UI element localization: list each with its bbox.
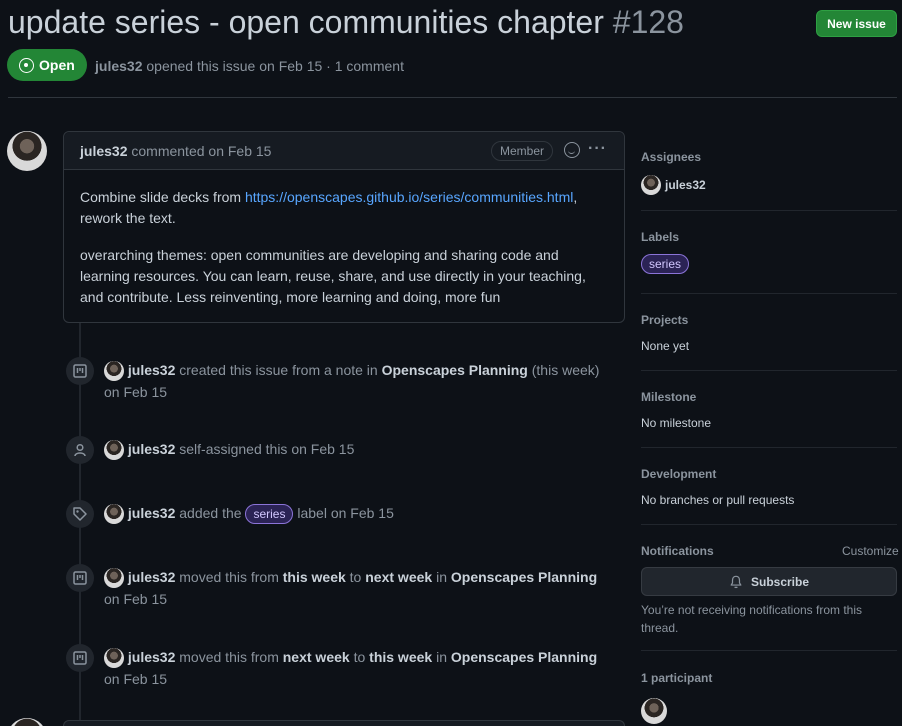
author-link[interactable]: jules32 xyxy=(95,58,142,74)
issue-meta: jules32 opened this issue on Feb 15 · 1 … xyxy=(95,58,404,74)
column-name: this week xyxy=(282,569,346,585)
event-text: (this week) xyxy=(531,362,600,378)
customize-link[interactable]: Customize xyxy=(842,544,899,558)
sidebar-divider xyxy=(641,370,897,371)
subscribe-label: Subscribe xyxy=(750,574,810,589)
development-value: No branches or pull requests xyxy=(641,493,795,507)
avatar xyxy=(641,175,661,195)
comment-author-link[interactable]: jules32 xyxy=(80,143,127,159)
sidebar-label[interactable]: series xyxy=(641,254,690,274)
avatar[interactable] xyxy=(104,568,124,589)
event-date[interactable]: on Feb 15 xyxy=(104,384,167,400)
milestone-heading[interactable]: Milestone xyxy=(641,390,696,404)
smiley-icon[interactable] xyxy=(564,142,580,158)
sidebar-divider xyxy=(641,293,897,294)
label-series[interactable]: series xyxy=(641,254,690,274)
milestone-value: No milestone xyxy=(641,416,712,430)
avatar[interactable] xyxy=(104,440,124,461)
user-link[interactable]: jules32 xyxy=(128,569,175,585)
avatar[interactable] xyxy=(7,718,47,726)
comment-paragraph: overarching themes: open communities are… xyxy=(80,247,586,305)
user-link[interactable]: jules32 xyxy=(128,362,175,378)
timeline-event: jules32 self-assigned this on Feb 15 xyxy=(104,438,604,461)
user-link[interactable]: jules32 xyxy=(128,505,175,521)
assignees-heading[interactable]: Assignees xyxy=(641,150,701,164)
member-badge: Member xyxy=(491,141,553,161)
issue-meta-text: opened this issue on Feb 15 · 1 comment xyxy=(146,58,404,74)
notifications-heading: Notifications xyxy=(641,544,714,558)
project-icon xyxy=(66,564,94,592)
next-comment-box xyxy=(63,720,625,726)
sidebar-divider xyxy=(641,447,897,448)
bell-icon xyxy=(730,575,742,588)
column-name: next week xyxy=(282,649,350,665)
issue-number: #128 xyxy=(612,4,684,40)
event-text: created this issue from a note in xyxy=(179,362,378,378)
timeline-event: jules32 added the series label on Feb 15 xyxy=(104,502,604,525)
comment-text: Combine slide decks from xyxy=(80,189,245,205)
comment-box: jules32 commented on Feb 15 Member ··· C… xyxy=(63,131,625,323)
project-link[interactable]: Openscapes Planning xyxy=(451,569,597,585)
project-icon xyxy=(66,357,94,385)
label-series[interactable]: series xyxy=(245,504,294,525)
projects-value: None yet xyxy=(641,339,690,353)
sidebar-divider xyxy=(641,650,897,651)
avatar[interactable] xyxy=(104,361,124,382)
new-issue-button[interactable]: New issue xyxy=(816,10,897,37)
event-text: moved this from xyxy=(179,569,279,585)
project-link[interactable]: Openscapes Planning xyxy=(451,649,597,665)
comment-date[interactable]: commented on Feb 15 xyxy=(131,143,271,159)
timeline-event: jules32 moved this from this week to nex… xyxy=(104,566,604,610)
participants-heading: 1 participant xyxy=(641,671,713,685)
issue-open-icon xyxy=(19,57,34,73)
column-name: this week xyxy=(369,649,433,665)
timeline-event: jules32 created this issue from a note i… xyxy=(104,359,604,403)
user-link[interactable]: jules32 xyxy=(128,649,175,665)
tag-icon xyxy=(66,500,94,528)
assignee-item[interactable]: jules32 xyxy=(641,175,706,195)
series-link[interactable]: https://openscapes.github.io/series/comm… xyxy=(245,189,573,205)
project-link[interactable]: Openscapes Planning xyxy=(382,362,528,378)
issue-title: update series - open communities chapter… xyxy=(8,4,684,41)
avatar[interactable] xyxy=(7,131,47,171)
event-date[interactable]: on Feb 15 xyxy=(104,671,167,687)
assignee-name: jules32 xyxy=(665,178,706,192)
event-text: moved this from xyxy=(179,649,279,665)
notifications-note: You’re not receiving notifications from … xyxy=(641,603,863,635)
comment-body: Combine slide decks from https://opensca… xyxy=(64,170,624,308)
project-icon xyxy=(66,644,94,672)
subscribe-button[interactable]: Subscribe xyxy=(641,567,897,596)
avatar[interactable] xyxy=(104,504,124,525)
avatar[interactable] xyxy=(104,648,124,669)
sidebar-divider xyxy=(641,524,897,525)
issue-title-text: update series - open communities chapter xyxy=(8,4,604,40)
event-text: to xyxy=(353,649,366,665)
development-heading[interactable]: Development xyxy=(641,467,716,481)
event-text: self-assigned this on Feb 15 xyxy=(179,441,355,457)
event-text: in xyxy=(436,569,447,585)
event-text: label on Feb 15 xyxy=(297,505,394,521)
status-badge: Open xyxy=(7,49,87,81)
comment-paragraph: Combine slide decks from https://opensca… xyxy=(80,187,608,229)
timeline-event: jules32 moved this from next week to thi… xyxy=(104,646,604,690)
more-options-icon[interactable]: ··· xyxy=(588,140,607,158)
projects-heading[interactable]: Projects xyxy=(641,313,688,327)
header-divider xyxy=(8,97,897,98)
comment-header: jules32 commented on Feb 15 Member ··· xyxy=(64,132,624,170)
avatar[interactable] xyxy=(641,698,667,724)
person-icon xyxy=(66,436,94,464)
column-name: next week xyxy=(365,569,433,585)
labels-heading[interactable]: Labels xyxy=(641,230,679,244)
event-text: to xyxy=(349,569,362,585)
status-label: Open xyxy=(39,57,75,73)
sidebar-divider xyxy=(641,210,897,211)
event-date[interactable]: on Feb 15 xyxy=(104,591,167,607)
event-text: in xyxy=(436,649,447,665)
event-text: added the xyxy=(179,505,242,521)
user-link[interactable]: jules32 xyxy=(128,441,175,457)
